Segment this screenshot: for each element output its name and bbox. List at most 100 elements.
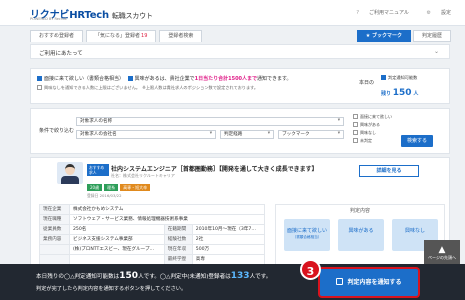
notify-judgement-button[interactable]: 判定内容を通知する	[320, 269, 418, 296]
filter-option-label: 興味がある	[360, 122, 380, 127]
remaining-label: 残り	[381, 91, 392, 97]
right-tabs: ★ ブックマーク 判定履歴	[356, 30, 451, 42]
table-row: 現在企業 株式会社かもめシステム	[39, 204, 265, 215]
about-title: ご利用にあたって	[39, 51, 83, 57]
search-label: 条件で絞り込む	[39, 128, 75, 134]
info-limit: 1日当たり合計1500人まで	[194, 76, 258, 82]
filter-option[interactable]: 未判定	[353, 137, 392, 145]
chevron-down-icon: ▾	[209, 131, 212, 136]
tab-recommended[interactable]: おすすめ登録者	[30, 30, 84, 42]
job-company: 社名：株式会社リクルートキャリア	[111, 173, 175, 178]
help-icon: ?	[356, 10, 360, 16]
info-interview-label: 面接に来て欲しい（書類合格相当）	[44, 76, 125, 82]
table-row: 現在職種 ソフトウェア・サービス業務、情報処理機器技術系事業	[39, 214, 265, 225]
tab-search[interactable]: 登録者検索	[159, 30, 203, 42]
tag-education: 高専・短大卒	[120, 184, 151, 191]
search-button[interactable]: 検索する	[401, 135, 433, 147]
filter-option-label: 未判定	[360, 138, 372, 143]
pending-count: 133	[230, 271, 250, 281]
tab-label: おすすめ登録者	[39, 33, 75, 39]
bookmark-value: ブックマーク	[282, 132, 310, 137]
logo-tagline: POWERED BY Recruit	[30, 17, 67, 21]
table-row: 最終学歴 高専	[39, 254, 266, 265]
checkbox-icon	[127, 76, 133, 81]
remaining-unit: 人	[413, 91, 419, 97]
row-header: 従業員数	[39, 224, 70, 235]
tab-label: 「気になる」登録者	[95, 33, 141, 39]
judge-route-value: 判定経路	[224, 132, 243, 137]
company-select[interactable]: 対象求人の会社名 ▾	[76, 130, 216, 139]
settings-link[interactable]: ⚙ 設定	[419, 10, 452, 16]
tag-field: 理系	[104, 184, 119, 191]
row-value: 株式会社かもめシステム	[69, 204, 265, 215]
checkbox[interactable]	[353, 122, 358, 127]
row-value: 高専	[191, 254, 266, 265]
today-desc: 判定通知可能数	[381, 75, 417, 81]
about-panel[interactable]: ご利用にあたって ⌄	[30, 44, 450, 59]
judge-interest-button[interactable]: 興味がある	[338, 219, 384, 251]
bottom-message-2: 判定が完了したら判定内容を通知するボタンを押してください。	[36, 286, 187, 292]
row-header: 現在年収	[163, 244, 193, 255]
row-value	[69, 254, 165, 265]
chevron-down-icon: ▾	[337, 131, 340, 136]
checkbox[interactable]	[353, 138, 358, 143]
candidate-card: おすすめ求人 社内システムエンジニア［首都圏勤務］【開発を通して大きく成長できま…	[30, 157, 450, 277]
info-interest-label: 興味がある	[134, 76, 160, 82]
arrow-up-icon: ▲	[438, 245, 446, 255]
tab-interested[interactable]: 「気になる」登録者19	[86, 30, 157, 42]
info-line-1: 面接に来て欲しい（書類合格相当） 興味があるは、貴社企業で1日当たり合計1500…	[37, 75, 292, 82]
judge-interest-label: 興味がある	[348, 228, 374, 234]
tag-age: 20歳	[87, 184, 103, 191]
checkbox[interactable]	[353, 114, 358, 119]
filter-option[interactable]: 面接に来て欲しい	[353, 113, 392, 121]
table-row: (株)プロNTTエスビー、現在グループ… 現在年収 500万	[39, 244, 266, 255]
job-name-select[interactable]: 対象求人の名称 ▾	[76, 117, 344, 126]
bookmark-select[interactable]: ブックマーク ▾	[278, 130, 344, 139]
row-value: (株)プロNTTエスビー、現在グループ…	[69, 244, 165, 255]
top-bar: リクナビHRTech 転職スカウト POWERED BY Recruit ? ご利用…	[0, 0, 465, 26]
table-row: 業務内容 ビジネス支援システム事業部 経験社数 2社	[39, 234, 266, 245]
judge-none-label: 興味なし	[404, 228, 425, 234]
view-details-button[interactable]: 詳細を見る	[359, 165, 419, 177]
main-tabs: おすすめ登録者 「気になる」登録者19 登録者検索	[30, 30, 203, 42]
remaining-count: 150	[119, 271, 139, 281]
row-header: 在籍期間	[163, 224, 193, 235]
chevron-down-icon: ⌄	[433, 48, 439, 55]
bottom-text: 本日残りの◯△判定通知可能数は	[36, 274, 120, 280]
judge-title: 判定内容	[349, 208, 370, 214]
today-desc-label: 判定通知可能数	[388, 75, 418, 80]
today-label: 本日の	[359, 80, 375, 86]
tab-judged-history[interactable]: 判定履歴	[412, 30, 451, 42]
checkbox[interactable]	[353, 130, 358, 135]
registration-date: 登録日 2016/03/22	[87, 193, 122, 198]
filter-option-label: 興味なし	[360, 130, 376, 135]
judge-interview-button[interactable]: 面接に来て欲しい （書類合格相当）	[284, 219, 330, 251]
checkbox-icon	[37, 85, 42, 90]
filter-option[interactable]: 興味なし	[353, 129, 392, 137]
tab-bookmark[interactable]: ★ ブックマーク	[356, 30, 411, 42]
info-text-end: 通知できます。	[257, 76, 292, 82]
pickup-badge: おすすめ求人	[87, 164, 109, 176]
judge-interview-sub: （書類合格相当）	[292, 235, 322, 239]
judge-route-select[interactable]: 判定経路 ▾	[220, 130, 274, 139]
row-value: 250名	[69, 224, 165, 235]
logo-subtitle: 転職スカウト	[111, 12, 153, 20]
clipboard-icon	[336, 278, 344, 285]
row-value: 500万	[191, 244, 266, 255]
row-header: 現在職種	[39, 214, 70, 225]
chevron-down-icon: ▾	[337, 118, 340, 123]
filter-option[interactable]: 興味がある	[353, 121, 392, 129]
tab-count: 19	[141, 33, 148, 39]
row-header	[39, 254, 70, 265]
checkbox-icon	[37, 76, 42, 81]
chevron-down-icon: ▾	[267, 131, 270, 136]
avatar	[57, 162, 83, 184]
manual-link[interactable]: ? ご利用マニュアル	[348, 10, 409, 16]
bottom-text: 人です。	[249, 274, 272, 280]
job-title[interactable]: 社内システムエンジニア［首都圏勤務］【開発を通して大きく成長できます】	[111, 164, 318, 173]
settings-label: 設定	[440, 10, 451, 16]
company-value: 対象求人の会社名	[80, 132, 117, 137]
row-header: 最終学歴	[163, 254, 193, 265]
today-count: 残り 150 人	[381, 88, 418, 98]
row-header: 業務内容	[39, 234, 70, 245]
